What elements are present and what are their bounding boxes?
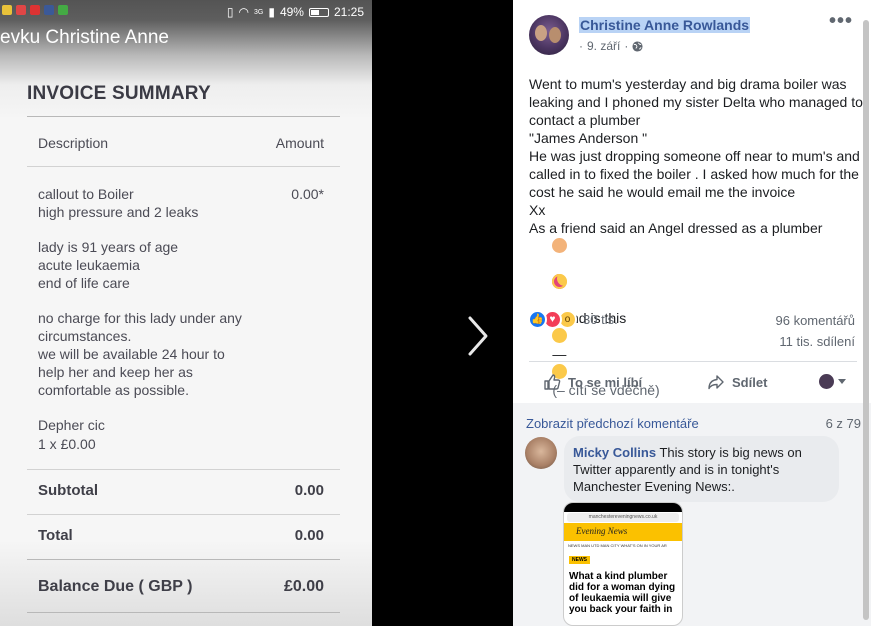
more-options-icon[interactable]: •••	[829, 10, 853, 33]
post-line: As a friend said an Angel dressed as a p…	[529, 220, 823, 236]
photo-title: evku Christine Anne	[0, 27, 169, 48]
battery-icon	[308, 7, 329, 17]
divider	[529, 361, 857, 362]
globe-icon	[632, 40, 643, 52]
reactions-summary[interactable]: 👍 ♥ o 30 tis.	[528, 310, 618, 329]
shares-count[interactable]: 11 tis. sdílení	[779, 334, 855, 349]
notification-icon	[2, 5, 12, 15]
post-line: Went to mum's yesterday and big drama bo…	[529, 76, 863, 128]
face-blowing-kiss-emoji-icon	[552, 274, 568, 289]
divider	[27, 559, 340, 560]
caret-down-icon	[838, 379, 846, 384]
woman-raising-hand-emoji-icon	[552, 238, 568, 253]
post-author[interactable]: Christine Anne Rowlands	[579, 17, 751, 33]
comment-image-thumbnail[interactable]: manchestereveningnews.co.uk Evening News…	[563, 502, 683, 626]
phone-status-bar: ▯ ◠ 3G ▮ 49% 21:25	[0, 4, 372, 20]
share-label: Sdílet	[732, 374, 768, 390]
commenter-avatar[interactable]	[525, 437, 557, 469]
invoice-heading: INVOICE SUMMARY	[27, 83, 211, 104]
battery-percent: 49%	[279, 5, 304, 19]
note-line: acute leukaemia	[38, 257, 140, 273]
col-description: Description	[38, 135, 109, 151]
subtotal-value: 0.00	[294, 482, 324, 499]
note-line: we will be available 24 hour to	[38, 346, 225, 362]
subtotal-label: Subtotal	[38, 482, 98, 499]
post-body: Went to mum's yesterday and big drama bo…	[529, 75, 865, 417]
comments-section: Zobrazit předchozí komentáře 6 z 79 Mick…	[513, 403, 871, 626]
like-reaction-icon: 👍	[528, 310, 547, 329]
dash: —	[552, 346, 567, 362]
invoice-photo: ▯ ◠ 3G ▮ 49% 21:25 evku Christine Anne I…	[0, 0, 372, 626]
note-line: end of life care	[38, 275, 130, 291]
col-amount: Amount	[275, 135, 324, 151]
like-label: To se mi líbí	[568, 374, 643, 390]
thumb-nav: NEWS MAN UTD MAN CITY WHAT'S ON IN YOUR …	[564, 541, 682, 551]
item-line: high pressure and 2 leaks	[38, 204, 199, 220]
clock: 21:25	[333, 5, 364, 19]
comment-author[interactable]: Micky Collins	[573, 445, 656, 460]
total-value: 0.00	[294, 527, 324, 544]
thumb-headline: What a kind plumber did for a woman dyin…	[569, 571, 676, 615]
divider	[27, 469, 340, 470]
note-line: comfortable as possible.	[38, 382, 189, 398]
total-label: Total	[38, 527, 73, 544]
divider	[27, 166, 340, 167]
post-date[interactable]: 9. září	[587, 39, 620, 53]
like-button[interactable]: To se mi líbí	[543, 373, 642, 391]
divider	[27, 514, 340, 515]
divider	[27, 612, 340, 613]
profile-mini-avatar	[819, 374, 834, 389]
pinterest-icon	[16, 5, 26, 15]
play-store-icon	[58, 5, 68, 15]
note-line: circumstances.	[38, 328, 132, 344]
notification-icon	[30, 5, 40, 15]
comment-bubble: Micky Collins This story is big news on …	[564, 436, 839, 502]
item-amount: 0.00*	[291, 186, 324, 202]
post-as-selector[interactable]	[819, 374, 846, 389]
thumb-site-header: Evening News	[564, 523, 682, 541]
reactions-count[interactable]: 30 tis.	[583, 312, 618, 327]
share-button[interactable]: Sdílet	[707, 373, 767, 391]
note-line: no charge for this lady under any	[38, 310, 242, 326]
post-meta: · 9. září ·	[579, 39, 643, 53]
thumb-tag: NEWS	[569, 556, 590, 564]
comments-pager: 6 z 79	[825, 416, 861, 431]
post-line: He was just dropping someone off near to…	[529, 148, 864, 200]
balance-value: £0.00	[283, 578, 324, 595]
signal-icon: ▮	[268, 5, 275, 19]
thumb-logo: Evening News	[576, 526, 628, 536]
scrollbar[interactable]	[863, 20, 869, 620]
network-type: 3G	[253, 8, 264, 16]
smiling-face-emoji-icon	[552, 328, 568, 343]
signoff-line: 1 x £0.00	[38, 436, 96, 452]
post-line: "James Anderson "	[529, 130, 648, 146]
facebook-post-panel: Christine Anne Rowlands · 9. září · ••• …	[513, 0, 871, 626]
comments-count[interactable]: 96 komentářů	[776, 313, 856, 328]
balance-label: Balance Due ( GBP )	[38, 578, 193, 595]
author-avatar[interactable]	[529, 15, 569, 55]
wifi-icon: ◠	[238, 5, 249, 19]
view-previous-comments-link[interactable]: Zobrazit předchozí komentáře	[526, 416, 699, 431]
thumb-url: manchestereveningnews.co.uk	[567, 513, 679, 522]
item-line: callout to Boiler	[38, 186, 134, 202]
meta-separator: ·	[624, 39, 629, 53]
signoff-line: Depher cic	[38, 417, 105, 433]
vibrate-icon: ▯	[226, 5, 234, 19]
thumb-status-bar	[564, 503, 682, 512]
divider	[27, 116, 340, 117]
note-line: help her and keep her as	[38, 364, 193, 380]
post-line: Xx	[529, 202, 546, 218]
next-arrow-icon[interactable]	[462, 314, 492, 358]
share-icon	[708, 375, 724, 390]
meta-separator: ·	[579, 39, 583, 53]
note-line: lady is 91 years of age	[38, 239, 179, 255]
thumbs-up-icon	[544, 374, 561, 390]
facebook-icon	[44, 5, 54, 15]
